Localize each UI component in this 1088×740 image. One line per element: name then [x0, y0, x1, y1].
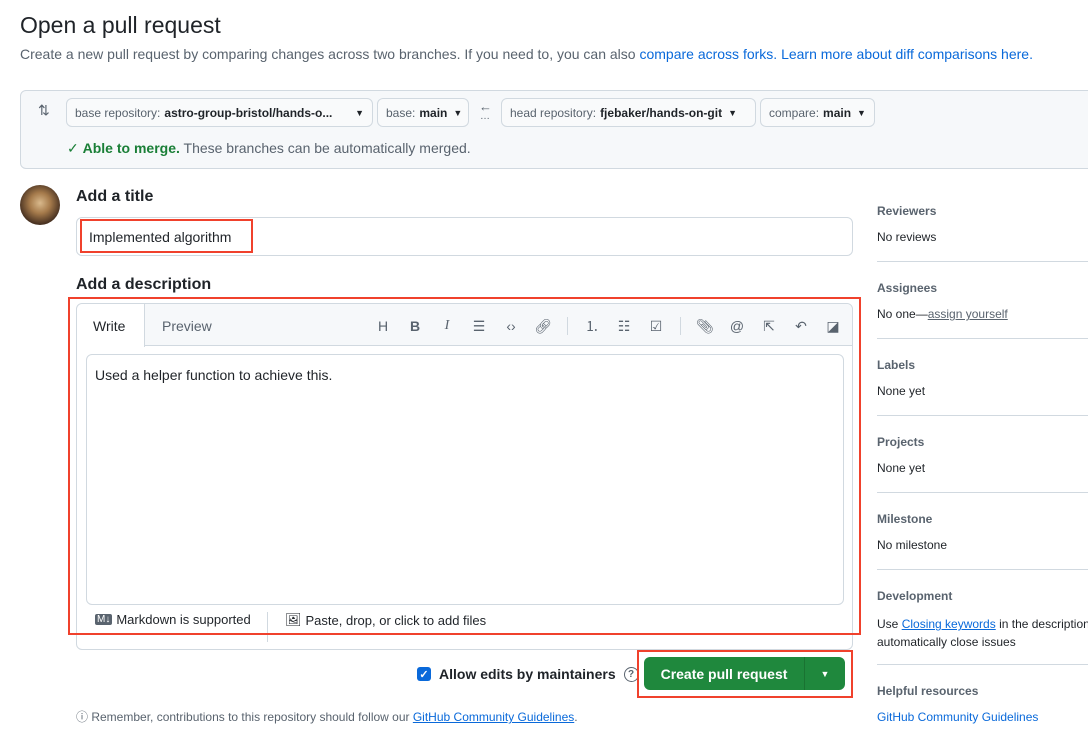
diff-comparisons-link[interactable]: Learn more about diff comparisons here. [781, 46, 1033, 62]
divider [877, 415, 1088, 416]
labels-value: None yet [877, 384, 926, 398]
divider [877, 338, 1088, 339]
tab-write[interactable]: Write [77, 304, 145, 347]
description-editor: Write Preview H B I ☰ ‹› 🔗︎ ⒈ ☷ ☑ 📎︎ @ ⇱… [76, 303, 853, 650]
reminder: ⓘ Remember, contributions to this reposi… [76, 710, 578, 724]
assign-yourself-link[interactable]: assign yourself [928, 307, 1008, 321]
title-label: Add a title [76, 188, 154, 205]
reply-icon[interactable]: ↶ [790, 315, 812, 337]
ordered-list-icon[interactable]: ⒈ [581, 315, 603, 337]
link-icon[interactable]: 🔗︎ [532, 315, 554, 337]
reviewers-heading[interactable]: Reviewers [877, 204, 936, 218]
markdown-icon: M↓ [95, 614, 113, 625]
divider [877, 569, 1088, 570]
italic-icon[interactable]: I [436, 315, 458, 337]
divider [877, 664, 1088, 665]
image-icon: 🖼︎ [285, 612, 302, 627]
info-icon: ⓘ [76, 710, 92, 724]
milestone-heading[interactable]: Milestone [877, 512, 932, 526]
page-title: Open a pull request [20, 12, 221, 38]
description-textarea[interactable]: Used a helper function to achieve this. [86, 354, 844, 605]
head-repository-select[interactable]: head repository: fjebaker/hands-on-git ▼ [501, 98, 756, 127]
development-heading: Development [877, 589, 953, 603]
slash-command-icon[interactable]: ◪ [822, 315, 844, 337]
caret-down-icon[interactable]: ▼ [805, 669, 845, 679]
helpful-resources-heading: Helpful resources [877, 684, 979, 698]
check-icon: ✓ [67, 140, 83, 156]
assignees-value: No one—assign yourself [877, 307, 1008, 321]
attach-files[interactable]: 🖼︎ Paste, drop, or click to add files [285, 612, 486, 628]
title-input[interactable]: Implemented algorithm [76, 217, 853, 256]
milestone-value: No milestone [877, 538, 948, 552]
ellipsis-icon: … [480, 111, 490, 122]
merge-status: ✓ Able to merge. These branches can be a… [67, 140, 471, 156]
help-icon[interactable]: ? [623, 666, 639, 682]
projects-heading[interactable]: Projects [877, 435, 924, 449]
assignees-heading[interactable]: Assignees [877, 281, 937, 295]
unordered-list-icon[interactable]: ☷ [613, 315, 635, 337]
development-value: Use Closing keywords in the description … [877, 617, 1088, 649]
compare-icon: ⇅ [38, 102, 50, 118]
divider [680, 317, 681, 335]
allow-edits-checkbox[interactable]: ✓ [417, 667, 431, 681]
compare-bar: ⇅ base repository: astro-group-bristol/ha… [20, 90, 1088, 169]
base-repository-select[interactable]: base repository: astro-group-bristol/hand… [66, 98, 373, 127]
divider [567, 317, 568, 335]
description-label: Add a description [76, 276, 212, 293]
avatar [20, 185, 60, 225]
compare-branch-select[interactable]: compare: main ▼ [760, 98, 875, 127]
compare-forks-link[interactable]: compare across forks. [639, 46, 777, 62]
mention-icon[interactable]: @ [726, 315, 748, 337]
tab-preview[interactable]: Preview [146, 304, 228, 347]
guidelines-link[interactable]: GitHub Community Guidelines [413, 710, 574, 724]
divider [877, 492, 1088, 493]
divider [877, 261, 1088, 262]
caret-down-icon: ▼ [355, 107, 364, 118]
labels-heading[interactable]: Labels [877, 358, 915, 372]
heading-icon[interactable]: H [372, 315, 394, 337]
paperclip-icon[interactable]: 📎︎ [694, 315, 716, 337]
task-list-icon[interactable]: ☑ [645, 315, 667, 337]
quote-icon[interactable]: ☰ [468, 315, 490, 337]
projects-value: None yet [877, 461, 926, 475]
editor-toolbar: Write Preview H B I ☰ ‹› 🔗︎ ⒈ ☷ ☑ 📎︎ @ ⇱… [77, 304, 852, 347]
caret-down-icon: ▼ [453, 107, 463, 118]
community-guidelines-link[interactable]: GitHub Community Guidelines [877, 710, 1038, 724]
closing-keywords-link[interactable]: Closing keywords [902, 617, 996, 631]
base-branch-select[interactable]: base: main ▼ [377, 98, 469, 127]
divider [267, 612, 268, 642]
caret-down-icon: ▼ [857, 107, 866, 118]
caret-down-icon: ▼ [728, 107, 737, 118]
reviewers-value: No reviews [877, 230, 937, 244]
cross-reference-icon[interactable]: ⇱ [758, 315, 780, 337]
create-pull-request-button[interactable]: Create pull request ▼ [644, 657, 845, 690]
markdown-supported[interactable]: M↓ Markdown is supported [95, 612, 251, 627]
code-icon[interactable]: ‹› [500, 315, 522, 337]
bold-icon[interactable]: B [404, 315, 426, 337]
page-subtitle: Create a new pull request by comparing c… [20, 46, 1033, 62]
allow-edits: ✓ Allow edits by maintainers ? [417, 666, 639, 682]
